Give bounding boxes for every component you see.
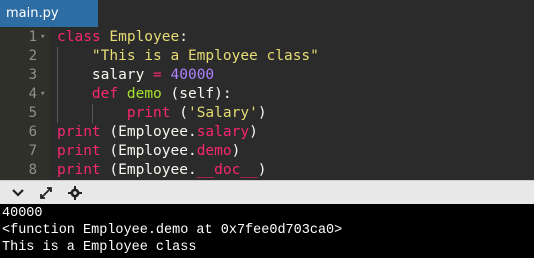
- tab-bar: main.py: [0, 0, 534, 27]
- punct: ): [231, 143, 241, 159]
- expr: (Employee.: [100, 124, 197, 140]
- attribute: __doc__: [196, 162, 258, 178]
- line-number: 7: [28, 143, 37, 159]
- indent-guide: [57, 47, 58, 123]
- keyword: print: [57, 124, 101, 140]
- code-line-2[interactable]: 2 "This is a Employee class": [0, 47, 534, 66]
- fold-arrow-icon[interactable]: ▾: [40, 28, 50, 47]
- code-line-3[interactable]: 3 salary = 40000: [0, 66, 534, 85]
- code-line-5[interactable]: 5 print ('Salary'): [0, 104, 534, 123]
- code-editor[interactable]: 1 ▾ class Employee: 2 "This is a Employe…: [0, 27, 534, 180]
- keyword: def: [91, 86, 119, 102]
- punct: ): [257, 162, 267, 178]
- expand-icon[interactable]: [37, 184, 55, 202]
- code-line-8[interactable]: 8 print (Employee.__doc__): [0, 161, 534, 180]
- tab-title: main.py: [6, 6, 59, 21]
- settings-icon[interactable]: [66, 184, 84, 202]
- variable: salary: [91, 67, 145, 83]
- tab-main-py[interactable]: main.py: [0, 0, 98, 27]
- code-line-4[interactable]: 4 ▾ def demo (self):: [0, 85, 534, 104]
- operator: =: [144, 67, 171, 83]
- attribute: salary: [196, 124, 250, 140]
- chevron-down-icon[interactable]: [9, 184, 27, 202]
- docstring: "This is a Employee class": [91, 48, 319, 64]
- punct: ): [257, 105, 267, 121]
- code-line-1[interactable]: 1 ▾ class Employee:: [0, 28, 534, 47]
- punct: :: [179, 29, 188, 45]
- indent-guide: [92, 104, 93, 123]
- expr: (Employee.: [100, 143, 197, 159]
- line-number: 3: [28, 67, 37, 83]
- keyword: print: [57, 162, 101, 178]
- line-number: 5: [28, 105, 37, 121]
- class-name: Employee: [109, 29, 180, 45]
- expr: (Employee.: [100, 162, 197, 178]
- line-number: 6: [28, 124, 37, 140]
- code-line-6[interactable]: 6 print (Employee.salary): [0, 123, 534, 142]
- punct: (: [170, 105, 188, 121]
- fold-arrow-icon[interactable]: ▾: [40, 85, 50, 104]
- string: 'Salary': [187, 105, 258, 121]
- keyword: print: [57, 143, 101, 159]
- params: (self):: [161, 86, 232, 102]
- attribute: demo: [196, 143, 232, 159]
- console-line: 40000: [2, 206, 43, 221]
- console-line: This is a Employee class: [2, 240, 197, 255]
- number: 40000: [170, 67, 215, 83]
- code-line-7[interactable]: 7 print (Employee.demo): [0, 142, 534, 161]
- function-name: demo: [126, 86, 162, 102]
- keyword: print: [126, 105, 171, 121]
- console-line: <function Employee.demo at 0x7fee0d703ca…: [2, 223, 343, 238]
- punct: ): [249, 124, 258, 140]
- keyword: class: [57, 29, 101, 45]
- line-number: 8: [28, 162, 37, 178]
- line-number: 2: [28, 48, 37, 64]
- output-console[interactable]: 40000 <function Employee.demo at 0x7fee0…: [0, 204, 534, 258]
- console-toolbar: [0, 180, 534, 204]
